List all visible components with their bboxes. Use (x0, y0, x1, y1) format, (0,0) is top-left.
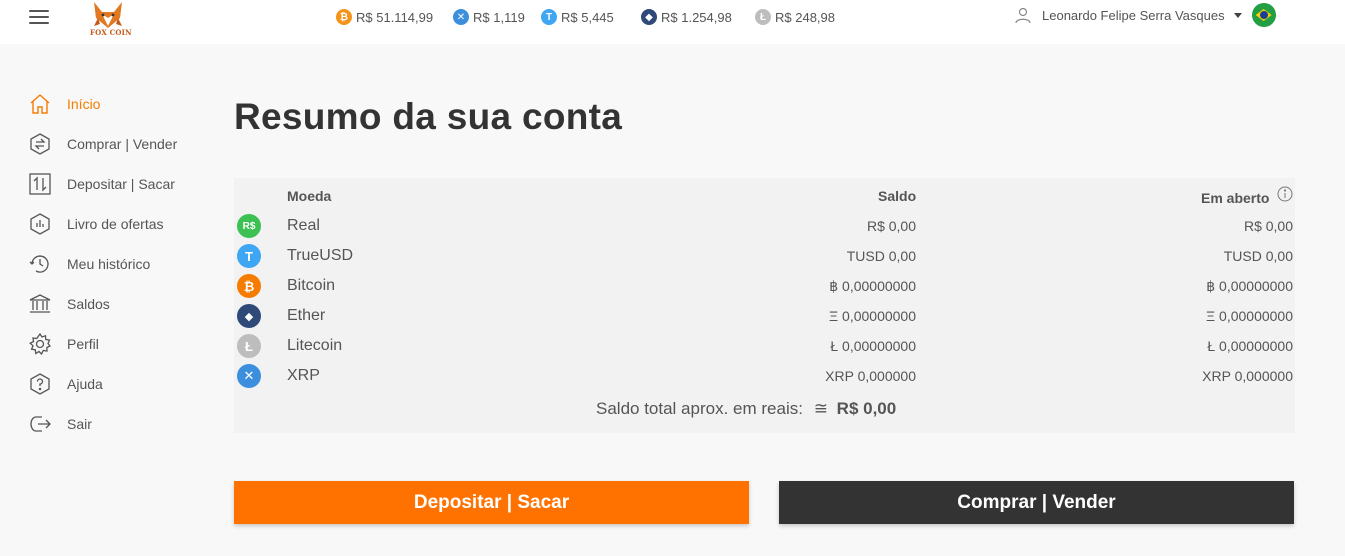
sidebar-item-inicio[interactable]: Início (28, 92, 100, 116)
ticker-litecoin: Ł R$ 248,98 (755, 8, 835, 26)
bitcoin-icon: ₿ (237, 274, 261, 298)
logo-text: FOX COIN (90, 28, 132, 37)
sidebar-item-label: Ajuda (67, 376, 103, 392)
history-icon (29, 255, 49, 273)
help-icon (30, 373, 50, 395)
sidebar-item-livro-ofertas[interactable]: Livro de ofertas (28, 212, 164, 236)
buy-sell-button[interactable]: Comprar | Vender (779, 481, 1294, 524)
ticker-value: R$ 248,98 (775, 9, 835, 25)
menu-icon[interactable] (29, 10, 49, 24)
ether-icon: ◆ (641, 9, 657, 25)
coin-name: Litecoin (287, 337, 343, 354)
total-label: Saldo total aprox. em reais: (596, 399, 803, 418)
ticker-xrp: ✕ R$ 1,119 (453, 8, 525, 26)
user-name: Leonardo Felipe Serra Vasques (1042, 7, 1225, 23)
coin-name: Bitcoin (287, 277, 336, 294)
ticker-bitcoin: ₿ R$ 51.114,99 (336, 8, 433, 26)
coin-name: TrueUSD (287, 247, 354, 264)
sidebar-item-label: Livro de ofertas (67, 216, 164, 232)
table-row: R$ Real R$ 0,00 R$ 0,00 (234, 211, 1295, 241)
order-book-icon (30, 213, 50, 235)
sidebar-item-comprar-vender[interactable]: Comprar | Vender (28, 132, 177, 156)
top-bar: FOX COIN ₿ R$ 51.114,99 ✕ R$ 1,119 T R$ … (0, 0, 1345, 44)
info-icon[interactable] (1277, 186, 1293, 202)
open-value: TUSD 0,00 (1223, 248, 1293, 264)
coin-name: Real (287, 217, 320, 234)
table-row: T TrueUSD TUSD 0,00 TUSD 0,00 (234, 241, 1295, 271)
gear-icon (29, 332, 52, 356)
bank-icon (29, 294, 51, 313)
caret-down-icon (1233, 12, 1242, 18)
coin-name: XRP (287, 367, 320, 384)
real-icon: R$ (237, 214, 261, 238)
user-menu[interactable]: Leonardo Felipe Serra Vasques (1014, 3, 1276, 27)
logout-icon (30, 416, 51, 432)
table-row: ₿ Bitcoin ฿ 0,00000000 ฿ 0,00000000 (234, 271, 1295, 301)
deposit-withdraw-icon (29, 173, 51, 195)
ticker-value: R$ 1,119 (473, 9, 525, 25)
litecoin-icon: Ł (237, 334, 261, 358)
balance-value: R$ 0,00 (866, 218, 916, 234)
column-header-moeda: Moeda (287, 188, 332, 204)
open-value: XRP 0,000000 (1202, 368, 1293, 384)
xrp-icon: ✕ (237, 364, 261, 388)
sidebar-item-label: Depositar | Sacar (67, 176, 175, 192)
sidebar-item-perfil[interactable]: Perfil (28, 332, 99, 356)
home-icon (30, 94, 50, 114)
balance-value: XRP 0,000000 (825, 368, 916, 384)
sidebar-item-label: Meu histórico (67, 256, 151, 272)
balance-value: ฿ 0,00000000 (829, 278, 916, 294)
column-header-em-aberto: Em aberto (1201, 190, 1270, 206)
ticker-trueusd: T R$ 5,445 (541, 8, 614, 26)
balance-value: TUSD 0,00 (846, 248, 916, 264)
deposit-withdraw-button[interactable]: Depositar | Sacar (234, 481, 749, 524)
balance-value: Ξ 0,00000000 (829, 308, 916, 324)
sidebar-item-sair[interactable]: Sair (28, 412, 92, 436)
exchange-icon (30, 133, 50, 155)
total-value: R$ 0,00 (836, 399, 897, 418)
table-row: ◆ Ether Ξ 0,00000000 Ξ 0,00000000 (234, 301, 1295, 331)
ticker-value: R$ 5,445 (561, 9, 614, 25)
open-value: R$ 0,00 (1243, 218, 1293, 234)
trueusd-icon: T (541, 9, 557, 25)
user-icon (1015, 7, 1031, 24)
trueusd-icon: T (237, 244, 261, 268)
ticker-ether: ◆ R$ 1.254,98 (641, 8, 732, 26)
sidebar-item-label: Perfil (67, 336, 99, 352)
sidebar-item-label: Início (67, 96, 101, 112)
sidebar-item-historico[interactable]: Meu histórico (28, 252, 150, 276)
column-header-saldo: Saldo (878, 188, 917, 204)
total-balance: Saldo total aprox. em reais: ≅ R$ 0,00 (596, 399, 896, 419)
bitcoin-icon: ₿ (336, 9, 352, 25)
brazil-flag-icon[interactable] (1251, 3, 1276, 27)
open-value: Ξ 0,00000000 (1206, 308, 1293, 324)
page-title: Resumo da sua conta (234, 96, 623, 137)
sidebar-item-label: Comprar | Vender (67, 136, 178, 152)
sidebar-item-saldos[interactable]: Saldos (28, 292, 110, 316)
litecoin-icon: Ł (755, 9, 771, 25)
open-value: Ł 0,00000000 (1207, 338, 1293, 354)
ticker-value: R$ 1.254,98 (661, 9, 732, 25)
coin-name: Ether (287, 307, 326, 324)
sidebar-item-label: Sair (67, 416, 92, 432)
approx-symbol: ≅ (813, 399, 828, 418)
table-row: ✕ XRP XRP 0,000000 XRP 0,000000 (234, 361, 1295, 391)
open-value: ฿ 0,00000000 (1206, 278, 1293, 294)
sidebar-item-ajuda[interactable]: Ajuda (28, 372, 103, 396)
ether-icon: ◆ (237, 304, 261, 328)
table-row: Ł Litecoin Ł 0,00000000 Ł 0,00000000 (234, 331, 1295, 361)
balance-value: Ł 0,00000000 (830, 338, 916, 354)
sidebar-item-depositar-sacar[interactable]: Depositar | Sacar (28, 172, 175, 196)
xrp-icon: ✕ (453, 9, 469, 25)
ticker-value: R$ 51.114,99 (356, 9, 434, 25)
sidebar-item-label: Saldos (67, 296, 110, 312)
